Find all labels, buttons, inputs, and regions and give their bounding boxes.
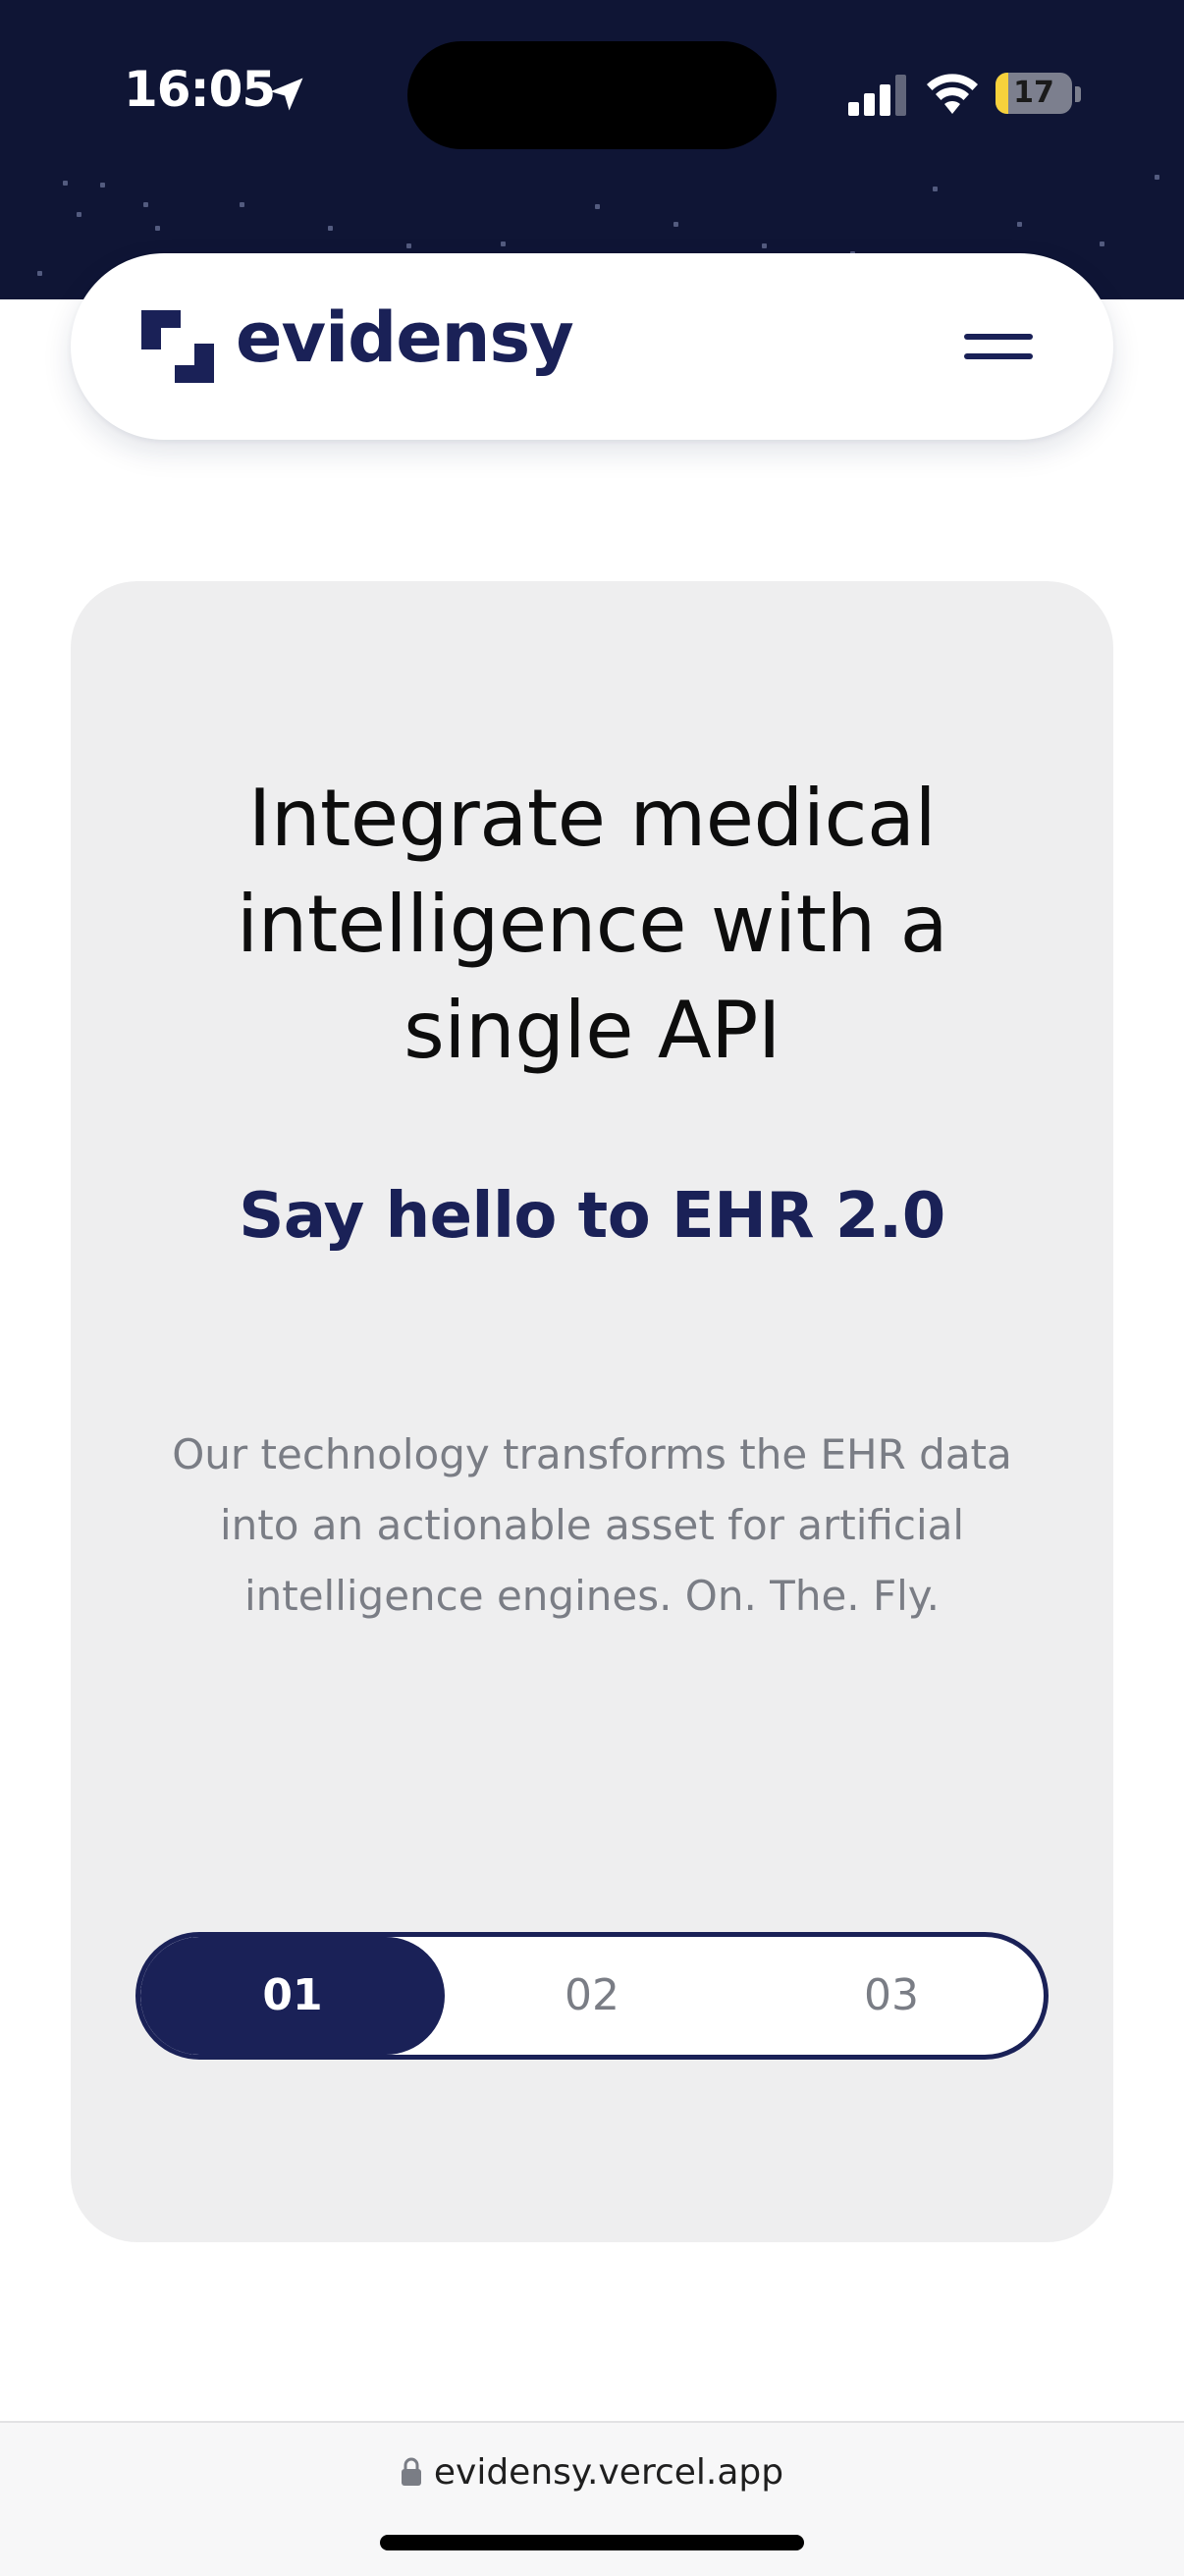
star-dot	[673, 222, 678, 227]
star-dot	[501, 242, 506, 246]
star-dot	[328, 226, 333, 231]
battery-percentage: 17	[1013, 76, 1054, 110]
lock-icon	[401, 2457, 421, 2486]
cellular-signal-icon	[848, 75, 906, 116]
evidensy-logo-icon[interactable]	[141, 310, 214, 383]
dynamic-island	[407, 41, 777, 149]
hamburger-menu-icon	[964, 334, 1033, 340]
star-dot	[63, 181, 68, 186]
star-dot	[595, 204, 600, 209]
logo-wordmark[interactable]: evidensy	[236, 296, 574, 379]
star-dot	[1017, 222, 1022, 227]
status-time: 16:05	[124, 61, 276, 118]
battery-cap	[1075, 86, 1081, 102]
home-indicator[interactable]	[380, 2535, 804, 2550]
slide-tab-03[interactable]: 03	[739, 1937, 1044, 2055]
location-arrow-icon	[270, 78, 303, 111]
hero-card: Integrate medical intelligence with a si…	[71, 581, 1113, 2242]
star-dot	[143, 202, 148, 207]
star-dot	[1155, 175, 1159, 180]
hero-subtitle: Say hello to EHR 2.0	[239, 1180, 945, 1253]
slide-tab-01[interactable]: 01	[140, 1937, 445, 2055]
battery-indicator: 17	[996, 73, 1072, 114]
star-dot	[155, 226, 160, 231]
star-dot	[100, 183, 105, 188]
slide-tab-02[interactable]: 02	[445, 1937, 739, 2055]
menu-button[interactable]	[939, 312, 1047, 381]
star-dot	[762, 243, 767, 248]
url-text: evidensy.vercel.app	[433, 2452, 784, 2493]
star-dot	[240, 202, 244, 207]
slide-selector: 01 02 03	[135, 1932, 1049, 2060]
hamburger-menu-icon	[964, 353, 1033, 359]
browser-address-bar: evidensy.vercel.app	[0, 2421, 1184, 2576]
navbar: evidensy	[71, 253, 1113, 440]
star-dot	[933, 187, 938, 191]
hero-description: Our technology transforms the EHR data i…	[172, 1430, 1012, 1620]
star-dot	[37, 271, 42, 276]
url-field[interactable]: evidensy.vercel.app	[0, 2452, 1184, 2493]
star-dot	[77, 212, 81, 217]
wifi-icon	[927, 74, 978, 114]
star-dot	[1100, 242, 1104, 246]
hero-title: Integrate medical intelligence with a si…	[236, 773, 948, 1076]
star-dot	[406, 243, 411, 248]
